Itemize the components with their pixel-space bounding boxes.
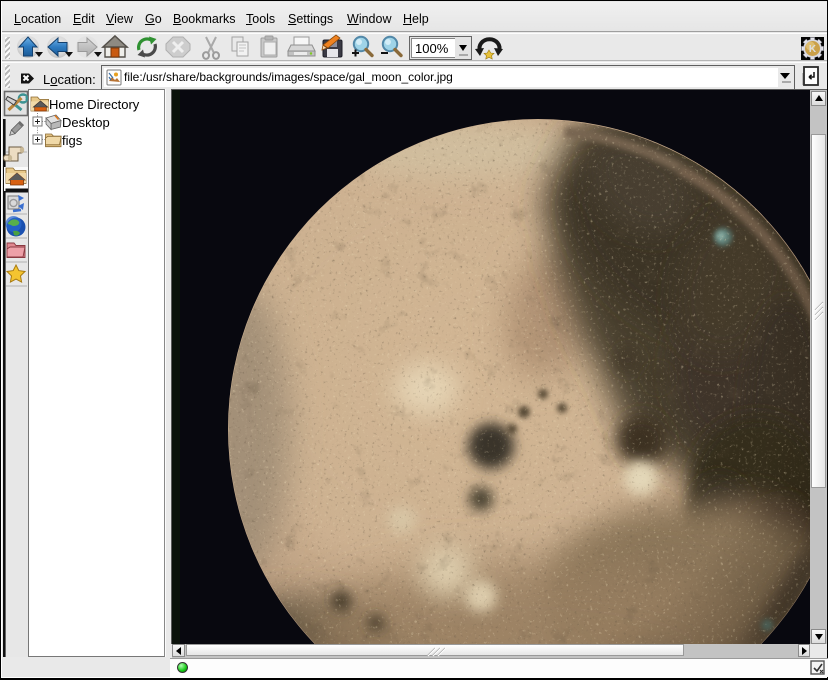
svg-text:K: K [809, 44, 817, 55]
